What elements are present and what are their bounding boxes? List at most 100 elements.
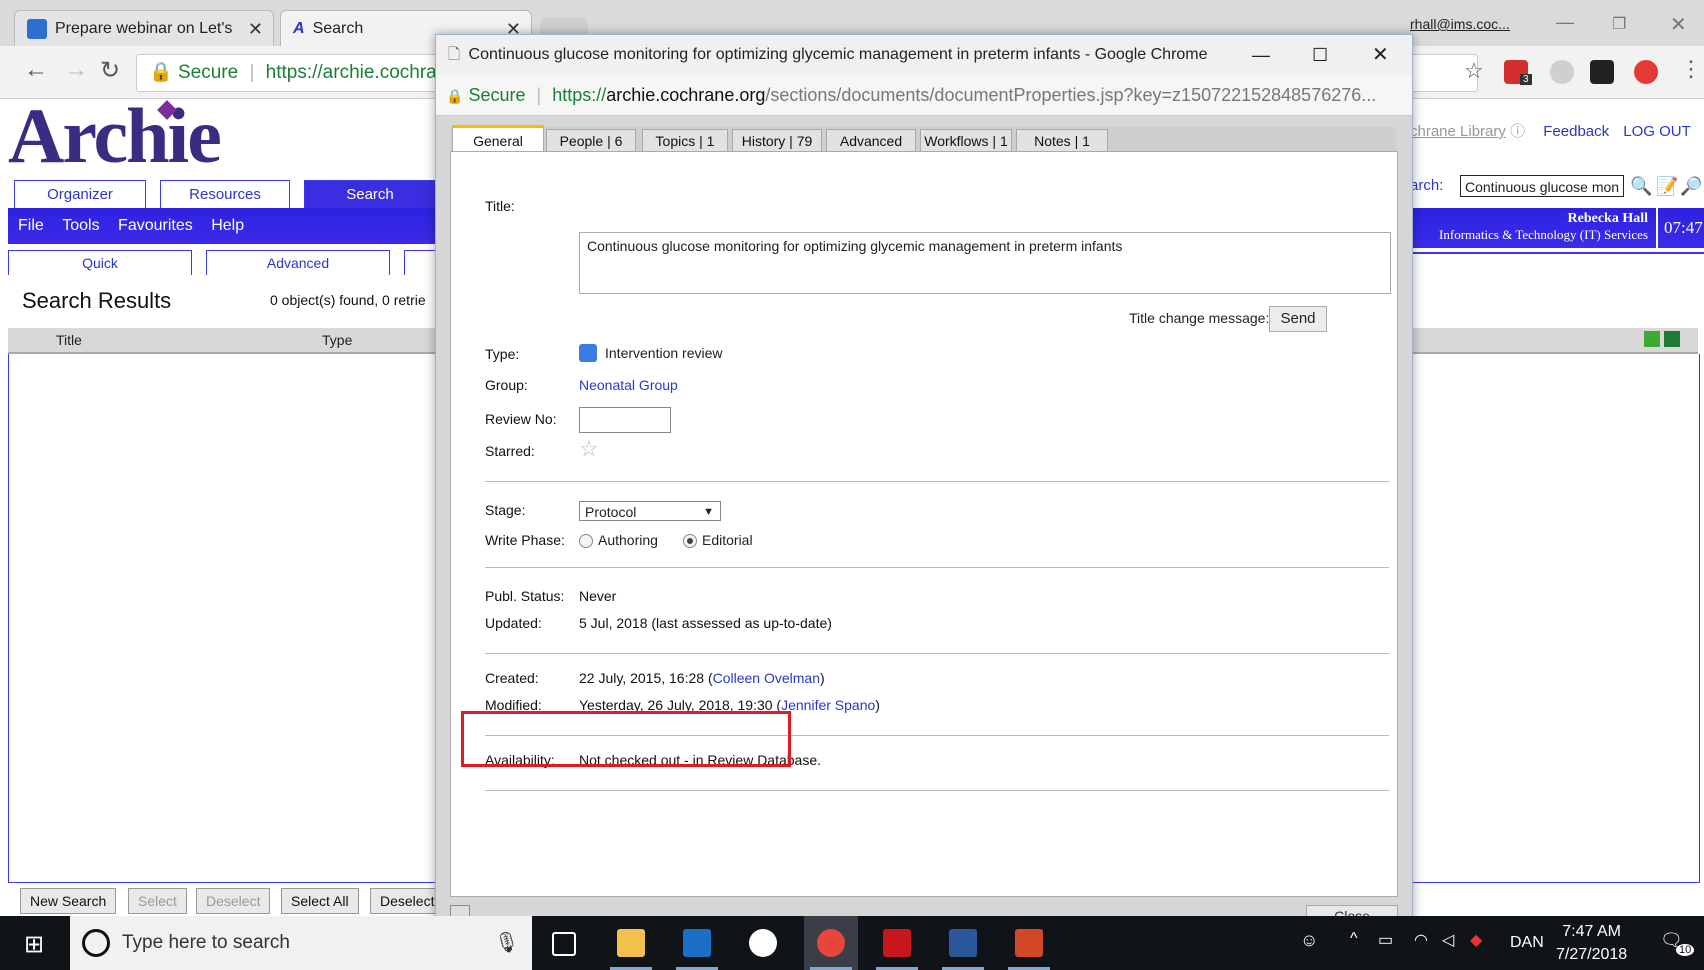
forward-icon[interactable]: → <box>64 56 88 84</box>
popup-maximize-icon[interactable]: ☐ <box>1312 35 1328 75</box>
popup-address-bar[interactable]: 🔒 Secure | https://archie.cochrane.org/s… <box>436 75 1412 116</box>
taskbar-file-explorer[interactable] <box>604 916 658 970</box>
page-title: Search Results <box>22 288 172 313</box>
wifi-icon[interactable]: ◠ <box>1414 930 1428 950</box>
updated-value: 5 Jul, 2018 (last assessed as up-to-date… <box>579 615 832 631</box>
created-by-link[interactable]: Colleen Ovelman <box>713 670 820 686</box>
advanced-search-icon[interactable]: 📝 <box>1656 176 1678 197</box>
title-textarea[interactable]: Continuous glucose monitoring for optimi… <box>579 232 1391 294</box>
back-icon[interactable]: ← <box>24 56 48 84</box>
skype-icon[interactable] <box>1550 60 1574 84</box>
extension-icon[interactable] <box>1590 60 1614 84</box>
minimize-icon[interactable]: — <box>1556 12 1574 33</box>
user-info: Rebecka Hall Informatics & Technology (I… <box>1410 208 1656 248</box>
dropbox-icon[interactable]: ◆ <box>1470 930 1482 950</box>
search-go-icon[interactable]: 🔍 <box>1630 176 1652 197</box>
new-search-button[interactable]: New Search <box>20 888 117 914</box>
tab-topics[interactable]: Topics | 1 <box>642 129 728 152</box>
bookmark-star-icon[interactable]: ☆ <box>1464 58 1484 84</box>
word-icon <box>949 929 977 957</box>
taskbar-acrobat[interactable] <box>870 916 924 970</box>
deselect-button[interactable]: Deselect <box>196 888 271 914</box>
modified-by-link[interactable]: Jennifer Spano <box>781 697 875 713</box>
microphone-icon[interactable]: 🎙 <box>494 916 519 970</box>
lock-icon: 🔒 <box>149 62 173 83</box>
taskbar-word[interactable] <box>936 916 990 970</box>
restore-icon[interactable]: ❐ <box>1612 14 1626 34</box>
result-count: 0 object(s) found, 0 retrie <box>270 292 426 308</box>
select-button[interactable]: Select <box>128 888 187 914</box>
taskbar-clock[interactable]: 7:47 AM 7/27/2018 <box>1556 920 1627 966</box>
battery-icon[interactable]: ▭ <box>1378 930 1393 950</box>
radio-selected-icon <box>683 534 697 549</box>
search-input[interactable]: Continuous glucose mon <box>1460 175 1624 197</box>
excel-icon[interactable] <box>1664 331 1680 347</box>
tab-notes[interactable]: Notes | 1 <box>1016 129 1108 152</box>
input-language[interactable]: DAN <box>1510 934 1544 952</box>
windows-start-icon[interactable]: ⊞ <box>24 930 44 959</box>
reload-icon[interactable]: ↻ <box>100 56 120 85</box>
group-link[interactable]: Neonatal Group <box>579 377 678 393</box>
column-header-type[interactable]: Type <box>322 328 352 352</box>
tray-chevron-icon[interactable]: ^ <box>1350 930 1358 948</box>
menu-file[interactable]: File <box>18 217 44 234</box>
taskbar-search[interactable]: Type here to search 🎙 <box>70 916 532 970</box>
divider <box>485 790 1389 791</box>
tab-workflows[interactable]: Workflows | 1 <box>920 129 1012 152</box>
review-type-icon <box>579 344 597 362</box>
star-icon[interactable]: ☆ <box>579 436 599 462</box>
column-header-title[interactable]: Title <box>56 328 82 352</box>
header-links: chrane Library ⓘ Feedback LOG OUT <box>1410 120 1691 141</box>
popup-close-icon[interactable]: ✕ <box>1372 35 1389 75</box>
tab-history[interactable]: History | 79 <box>732 129 822 152</box>
tab-advanced[interactable]: Advanced <box>826 129 916 152</box>
popup-titlebar: 🗋 Continuous glucose monitoring for opti… <box>436 35 1412 75</box>
taskbar-chrome[interactable] <box>804 916 858 970</box>
task-view-button[interactable] <box>536 916 590 970</box>
radio-editorial[interactable]: Editorial <box>683 532 753 549</box>
menu-tools[interactable]: Tools <box>62 217 99 234</box>
close-window-icon[interactable]: ✕ <box>1670 12 1687 37</box>
select-all-button[interactable]: Select All <box>281 888 359 914</box>
people-icon[interactable]: ☺ <box>1300 930 1318 951</box>
menu-dots-icon[interactable]: ⋮ <box>1680 56 1702 82</box>
deselect-all-button[interactable]: Deselect <box>370 888 445 914</box>
taskbar-powerpoint[interactable] <box>1002 916 1056 970</box>
taskbar-slack[interactable] <box>736 916 790 970</box>
task-view-icon <box>552 932 576 956</box>
radio-authoring[interactable]: Authoring <box>579 532 658 549</box>
stage-label: Stage: <box>485 502 526 518</box>
tab-people[interactable]: People | 6 <box>546 129 636 152</box>
menu-help[interactable]: Help <box>211 217 244 234</box>
cortana-icon <box>82 928 110 957</box>
feedback-link[interactable]: Feedback <box>1543 123 1609 140</box>
search-options-icon[interactable]: 🔎 <box>1680 176 1702 197</box>
review-no-input[interactable] <box>579 407 671 433</box>
browser-tab-webinar[interactable]: Prepare webinar on Let's ✕ <box>14 10 274 46</box>
user-department: Informatics & Technology (IT) Services <box>1439 227 1648 242</box>
tab-resources[interactable]: Resources <box>160 180 290 208</box>
subtab-advanced[interactable]: Advanced <box>206 250 390 275</box>
taskbar-date: 7/27/2018 <box>1556 946 1628 963</box>
taskbar-outlook[interactable] <box>670 916 724 970</box>
info-icon[interactable]: ⓘ <box>1510 123 1525 140</box>
popup-minimize-icon[interactable]: — <box>1252 35 1270 75</box>
divider <box>485 481 1389 482</box>
extension-icon[interactable] <box>1634 60 1658 84</box>
archie-logo: Archie <box>8 92 222 179</box>
cochrane-library-link[interactable]: chrane Library <box>1410 123 1506 140</box>
send-button[interactable]: Send <box>1269 306 1327 332</box>
tab-search[interactable]: Search <box>304 180 436 208</box>
close-tab-icon[interactable]: ✕ <box>248 11 263 46</box>
tab-organizer[interactable]: Organizer <box>14 180 146 208</box>
subtab-quick[interactable]: Quick <box>8 250 192 275</box>
updated-label: Updated: <box>485 615 542 631</box>
slack-icon <box>749 929 777 957</box>
volume-icon[interactable]: ◁ <box>1442 930 1454 950</box>
profile-email[interactable]: rhall@ims.coc... <box>1410 16 1510 32</box>
acrobat-icon <box>883 929 911 957</box>
logout-link[interactable]: LOG OUT <box>1623 123 1691 140</box>
stage-select[interactable]: Protocol ▼ <box>579 501 721 521</box>
menu-favourites[interactable]: Favourites <box>118 217 193 234</box>
export-icon[interactable] <box>1644 331 1660 347</box>
